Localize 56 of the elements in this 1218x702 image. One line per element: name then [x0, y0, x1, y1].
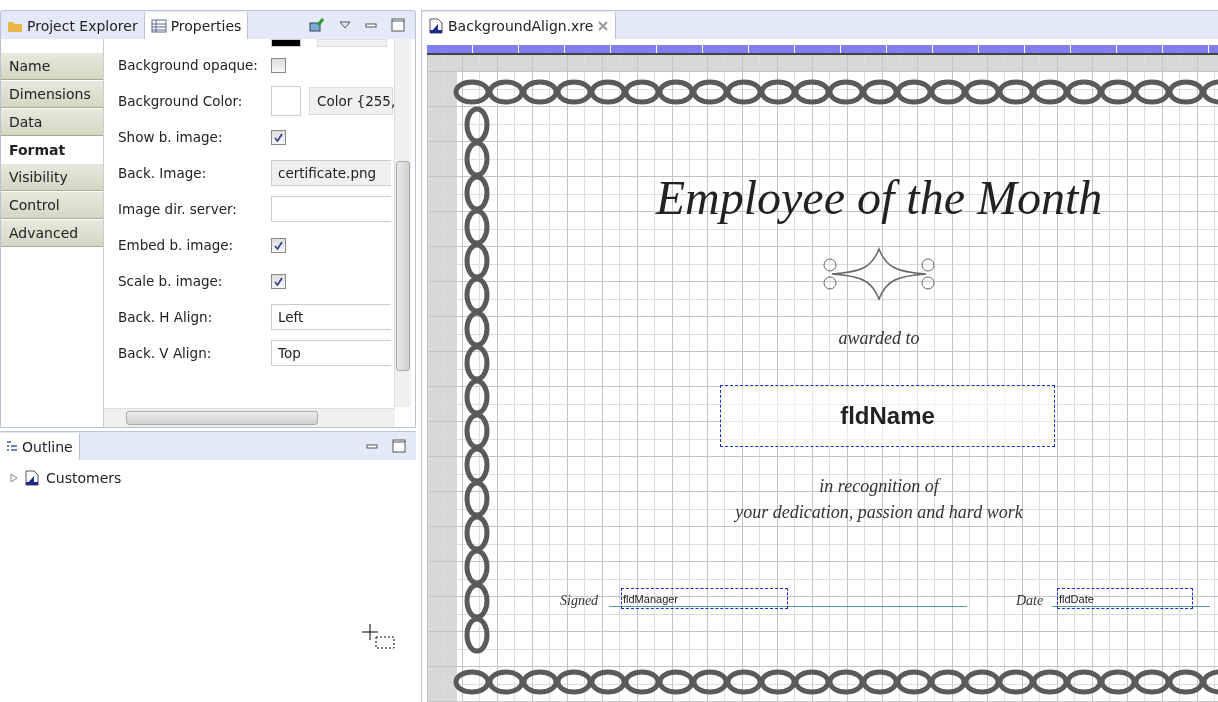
close-icon [597, 19, 610, 32]
vertical-scrollbar[interactable] [394, 39, 411, 407]
horizontal-scrollbar[interactable] [104, 408, 395, 427]
color-button[interactable] [317, 39, 387, 47]
expand-arrow-icon [10, 473, 18, 483]
certificate-title: Employee of the Month [655, 170, 1103, 225]
color-swatch[interactable] [271, 86, 301, 116]
property-label: Background opaque: [118, 57, 259, 73]
signature-label: Signed [560, 593, 599, 609]
property-label: Back. V Align: [118, 345, 213, 361]
view-tab[interactable]: Project Explorer [1, 12, 145, 39]
tree-item[interactable]: Customers [0, 460, 416, 486]
certificate-text: your dedication, passion and hard work [735, 502, 1023, 523]
property-label: Back. H Align: [118, 309, 214, 325]
category-tab[interactable]: Control [1, 192, 103, 219]
certificate-text: in recognition of [819, 476, 939, 497]
maximize-icon [392, 439, 406, 453]
name-field[interactable]: fldName [720, 385, 1055, 447]
checkbox[interactable] [271, 57, 286, 73]
checkbox[interactable] [271, 129, 286, 145]
category-tab[interactable]: Visibility [1, 164, 103, 191]
outline-icon [6, 439, 18, 454]
view-tab[interactable]: Properties [144, 12, 249, 39]
date-field[interactable]: fldDate [1057, 588, 1193, 609]
checkbox[interactable] [271, 237, 286, 253]
minimize-icon [366, 441, 378, 451]
category-tab[interactable]: Dimensions [1, 81, 103, 108]
maximize-icon [391, 18, 405, 32]
property-label: Image dir. server: [118, 201, 238, 217]
property-label: Back. Image: [118, 165, 208, 181]
property-label: Background Color: [118, 93, 244, 109]
color-swatch[interactable] [271, 39, 301, 47]
category-tab[interactable]: Name [1, 53, 103, 80]
table-icon [150, 17, 167, 34]
crosshair-cursor-icon [362, 624, 396, 650]
editor-tab[interactable]: BackgroundAlign.xre [422, 12, 617, 39]
color-button[interactable]: Color {255, [309, 87, 393, 115]
minimize-icon [365, 20, 377, 30]
view-tab[interactable]: Outline [0, 433, 80, 460]
report-icon [428, 17, 444, 34]
manager-field[interactable]: fldManager [621, 588, 788, 609]
property-label: Scale b. image: [118, 273, 224, 289]
date-label: Date [1016, 593, 1044, 609]
category-tab[interactable]: Data [1, 109, 103, 136]
certificate-text: awarded to [838, 328, 920, 349]
property-label: Show b. image: [118, 129, 224, 145]
input-field[interactable]: certificate.png [271, 160, 391, 186]
pin-icon [309, 17, 325, 33]
category-tab[interactable]: Advanced [1, 220, 103, 247]
checkbox[interactable] [271, 273, 286, 289]
input-field[interactable] [271, 196, 391, 222]
input-field[interactable]: Left [271, 304, 391, 330]
report-icon [24, 470, 40, 486]
input-field[interactable]: Top [271, 340, 391, 366]
property-label: Embed b. image: [118, 237, 235, 253]
dropdown-icon [339, 20, 351, 30]
